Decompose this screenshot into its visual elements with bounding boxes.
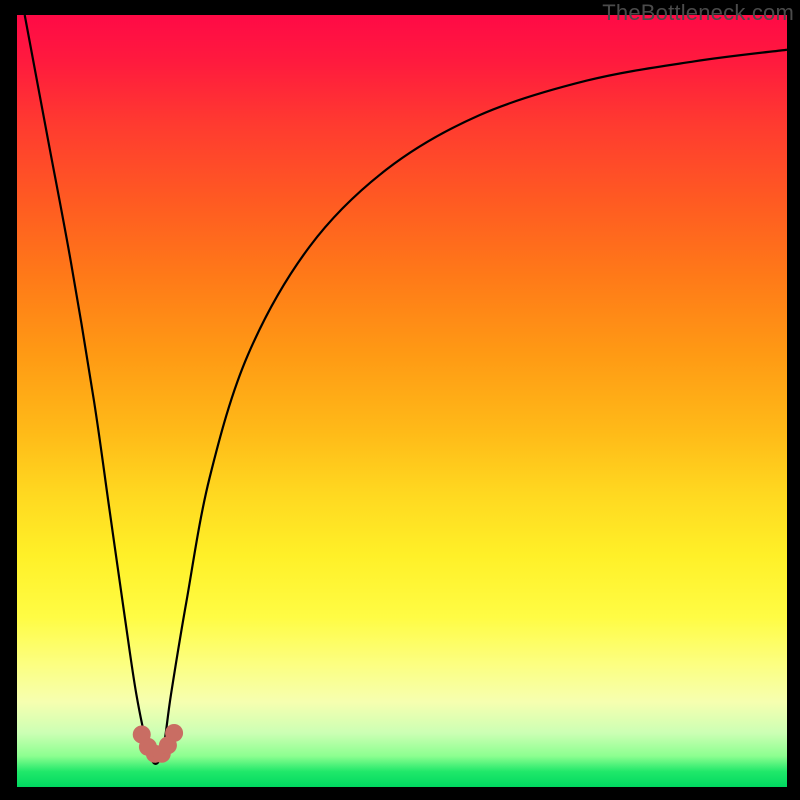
watermark-text: TheBottleneck.com xyxy=(602,0,794,26)
valley-dot xyxy=(165,724,183,742)
bottleneck-curve-line xyxy=(25,15,787,764)
chart-frame: TheBottleneck.com xyxy=(0,0,800,800)
curve-valley-dots xyxy=(133,724,183,763)
bottleneck-curve-svg xyxy=(17,15,787,787)
